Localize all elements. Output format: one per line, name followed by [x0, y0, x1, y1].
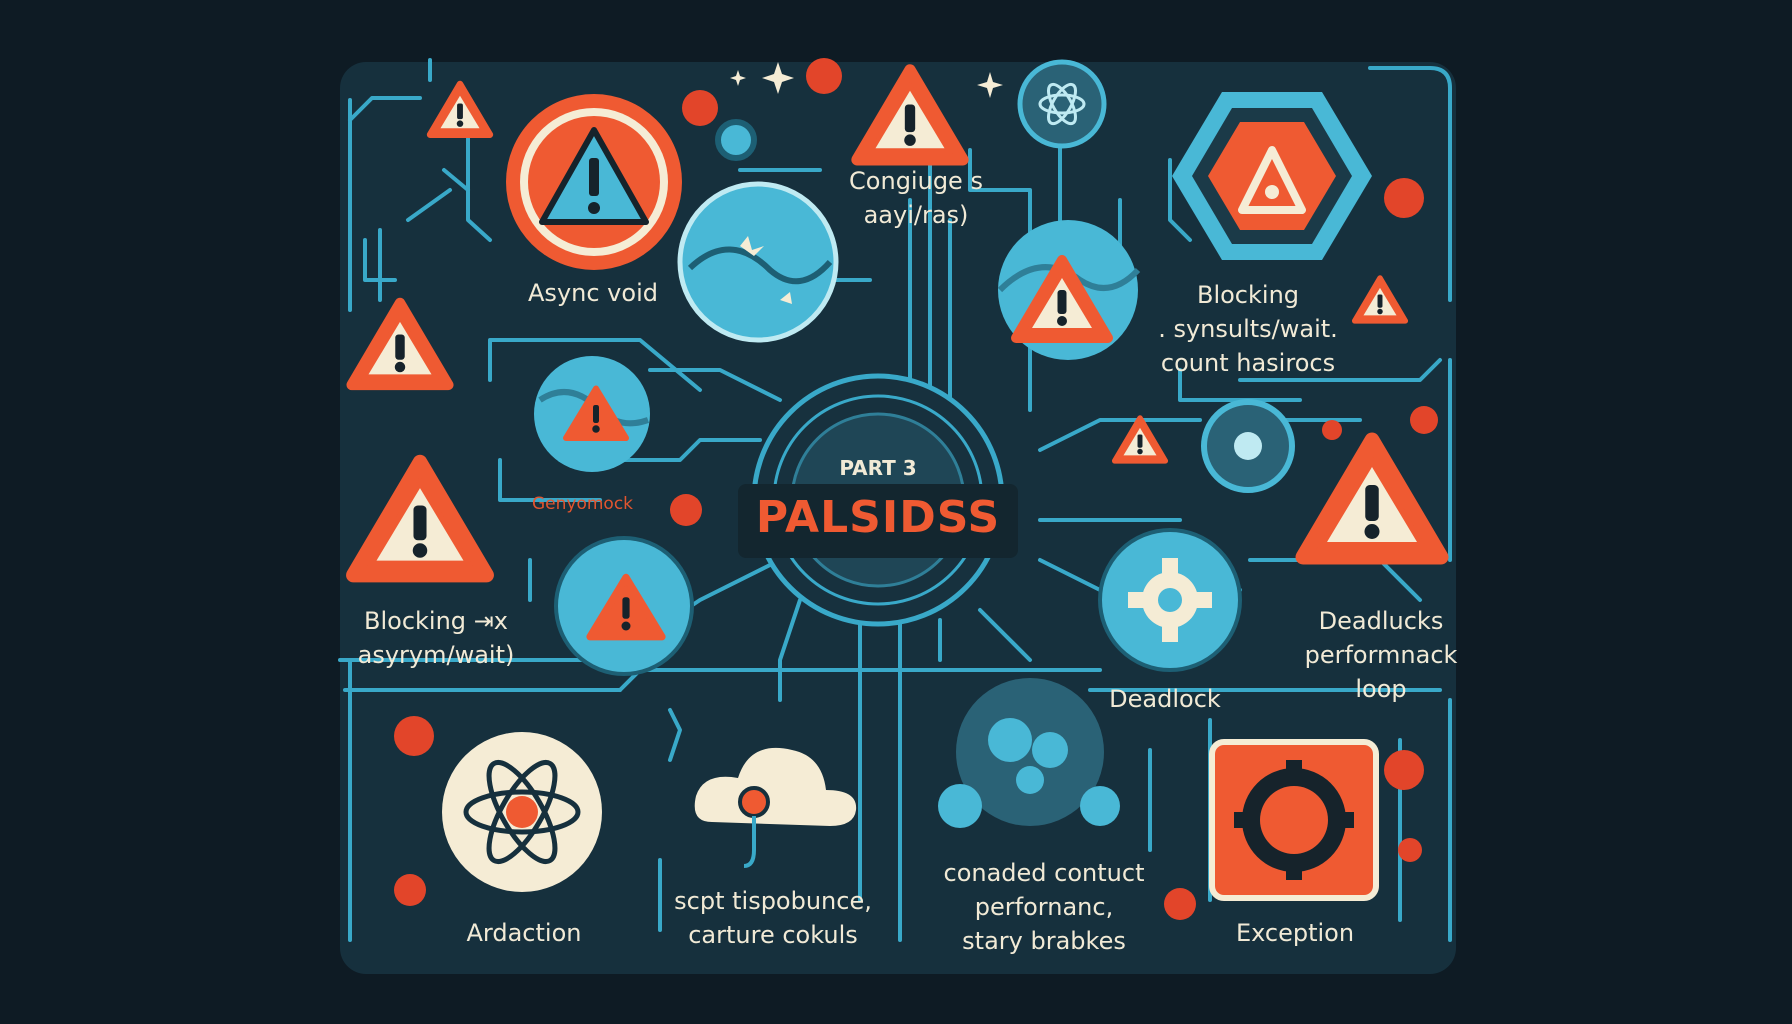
planet-warning-icon — [997, 220, 1141, 360]
warning-triangle-icon — [353, 462, 486, 575]
label-exception: Exception — [1235, 919, 1355, 947]
orb-icon — [715, 119, 757, 161]
center-part-label: PART 3 — [839, 456, 917, 480]
warning-orb-icon — [554, 536, 694, 676]
label-scpt: scpt tispobunce, carture cokuls — [674, 887, 872, 949]
warning-triangle-icon — [857, 70, 963, 160]
gear-orb-icon — [1201, 399, 1295, 493]
atom-icon — [1017, 59, 1107, 149]
wave-orb-icon — [677, 181, 839, 343]
hexagon-warning-icon — [1172, 92, 1372, 260]
label-blocking-left: Blocking ⇥x asyrym/wait) — [357, 607, 515, 669]
atom-icon — [442, 732, 602, 892]
async-void-warning-icon — [506, 94, 682, 270]
label-async-void: Async void — [528, 279, 658, 307]
cloud-icon — [694, 747, 857, 868]
warning-triangle-icon — [1115, 418, 1166, 461]
warning-triangle-icon — [1355, 278, 1406, 321]
label-ardaction: Ardaction — [466, 919, 582, 947]
label-blocking-top: Blocking . synsults/wait. count hasirocs — [1158, 281, 1338, 377]
label-congiuge: Congiuge s aayi/ras) — [849, 167, 983, 229]
warning-triangle-icon — [352, 303, 449, 385]
warning-triangle-icon — [430, 84, 490, 135]
sparkle-icons — [730, 62, 1003, 98]
label-deadlock: Deadlock — [1109, 685, 1221, 713]
center-title: PALSIDSS — [755, 492, 1001, 543]
label-deadlucks: Deadlucks performnack loop — [1304, 607, 1458, 703]
label-conaded: conaded contuct perfornanc, stary brabke… — [943, 859, 1145, 955]
planet-warning-icon — [534, 356, 650, 472]
warning-triangle-icon — [1303, 440, 1441, 557]
label-genyomock: Genyomock — [532, 494, 634, 514]
gear-icon — [1098, 528, 1242, 672]
exception-gear-icon — [1209, 739, 1379, 901]
